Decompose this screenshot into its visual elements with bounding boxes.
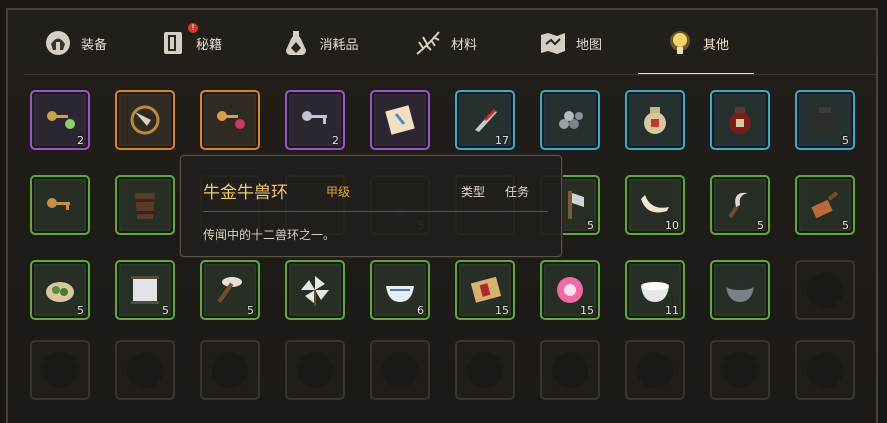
item-slot[interactable]: 2 <box>30 90 90 150</box>
helmet-icon <box>41 26 75 60</box>
item-quantity: 6 <box>417 304 424 317</box>
item-slot[interactable]: 5 <box>30 260 90 320</box>
tooltip-divider <box>203 211 548 212</box>
book-icon <box>156 26 190 60</box>
item-quantity: 5 <box>842 219 849 232</box>
item-grade: 甲级 <box>326 185 351 199</box>
empty-slot[interactable] <box>710 340 770 400</box>
item-slot[interactable]: 5 <box>795 90 855 150</box>
tab-label: 消耗品 <box>319 37 359 53</box>
tab-consumables[interactable]: 消耗品 <box>254 12 384 74</box>
item-slot[interactable] <box>625 90 685 150</box>
item-quantity: 5 <box>77 304 84 317</box>
item-slot[interactable] <box>285 260 345 320</box>
tab-materials[interactable]: 材料 <box>384 12 504 74</box>
empty-slot[interactable] <box>30 340 90 400</box>
item-slot[interactable] <box>115 90 175 150</box>
herb-icon <box>411 26 445 60</box>
tab-equipment[interactable]: 装备 <box>24 12 124 74</box>
category-tabs: 装备 ! 秘籍 消耗品 材料 地图 其他 <box>24 12 876 76</box>
tab-divider <box>24 74 876 75</box>
item-quantity: 5 <box>587 219 594 232</box>
item-slot[interactable] <box>710 90 770 150</box>
tab-other[interactable]: 其他 <box>634 12 758 75</box>
item-slot[interactable]: 15 <box>455 260 515 320</box>
item-slot[interactable]: 17 <box>455 90 515 150</box>
item-type-value: 任务 <box>505 185 530 199</box>
potion-icon <box>279 26 313 60</box>
item-quantity: 10 <box>665 219 679 232</box>
empty-slot[interactable] <box>370 340 430 400</box>
item-quantity: 15 <box>580 304 594 317</box>
item-slot[interactable] <box>710 260 770 320</box>
empty-slot[interactable] <box>795 260 855 320</box>
item-slot[interactable]: 2 <box>285 90 345 150</box>
empty-slot[interactable] <box>200 340 260 400</box>
item-slot[interactable]: 5 <box>200 260 260 320</box>
tab-label: 装备 <box>80 37 107 53</box>
item-quantity: 5 <box>757 219 764 232</box>
tab-label: 其他 <box>702 37 729 53</box>
item-quantity: 5 <box>247 304 254 317</box>
tab-label: 秘籍 <box>195 37 222 53</box>
item-quantity: 2 <box>332 134 339 147</box>
item-slot[interactable] <box>115 175 175 235</box>
item-tooltip: 牛金牛兽环 甲级 类型 任务 传闻中的十二兽环之一。 <box>180 155 562 257</box>
item-slot[interactable]: 10 <box>625 175 685 235</box>
item-slot[interactable] <box>30 175 90 235</box>
item-slot[interactable]: 5 <box>710 175 770 235</box>
item-slot[interactable]: 5 <box>115 260 175 320</box>
tab-label: 材料 <box>450 37 477 53</box>
item-quantity: 2 <box>77 134 84 147</box>
lightbulb-icon <box>663 26 697 60</box>
item-description: 传闻中的十二兽环之一。 <box>203 228 336 242</box>
notification-badge: ! <box>188 23 198 33</box>
item-slot[interactable]: 15 <box>540 260 600 320</box>
item-quantity: 5 <box>842 134 849 147</box>
map-icon <box>536 26 570 60</box>
tab-manuals[interactable]: ! 秘籍 <box>124 12 254 74</box>
item-quantity: 5 <box>162 304 169 317</box>
item-name: 牛金牛兽环 <box>203 183 288 203</box>
item-slot[interactable]: 5 <box>795 175 855 235</box>
item-slot[interactable] <box>200 90 260 150</box>
tab-map[interactable]: 地图 <box>504 12 634 74</box>
item-quantity: 15 <box>495 304 509 317</box>
empty-slot[interactable] <box>455 340 515 400</box>
empty-slot[interactable] <box>285 340 345 400</box>
item-quantity: 17 <box>495 134 509 147</box>
empty-slot[interactable] <box>795 340 855 400</box>
item-quantity: 11 <box>665 304 679 317</box>
item-slot[interactable]: 6 <box>370 260 430 320</box>
empty-slot[interactable] <box>540 340 600 400</box>
empty-slot[interactable] <box>625 340 685 400</box>
item-slot[interactable]: 11 <box>625 260 685 320</box>
tab-label: 地图 <box>575 37 602 53</box>
item-slot[interactable] <box>540 90 600 150</box>
item-slot[interactable] <box>370 90 430 150</box>
item-type-label: 类型 <box>461 185 486 199</box>
empty-slot[interactable] <box>115 340 175 400</box>
